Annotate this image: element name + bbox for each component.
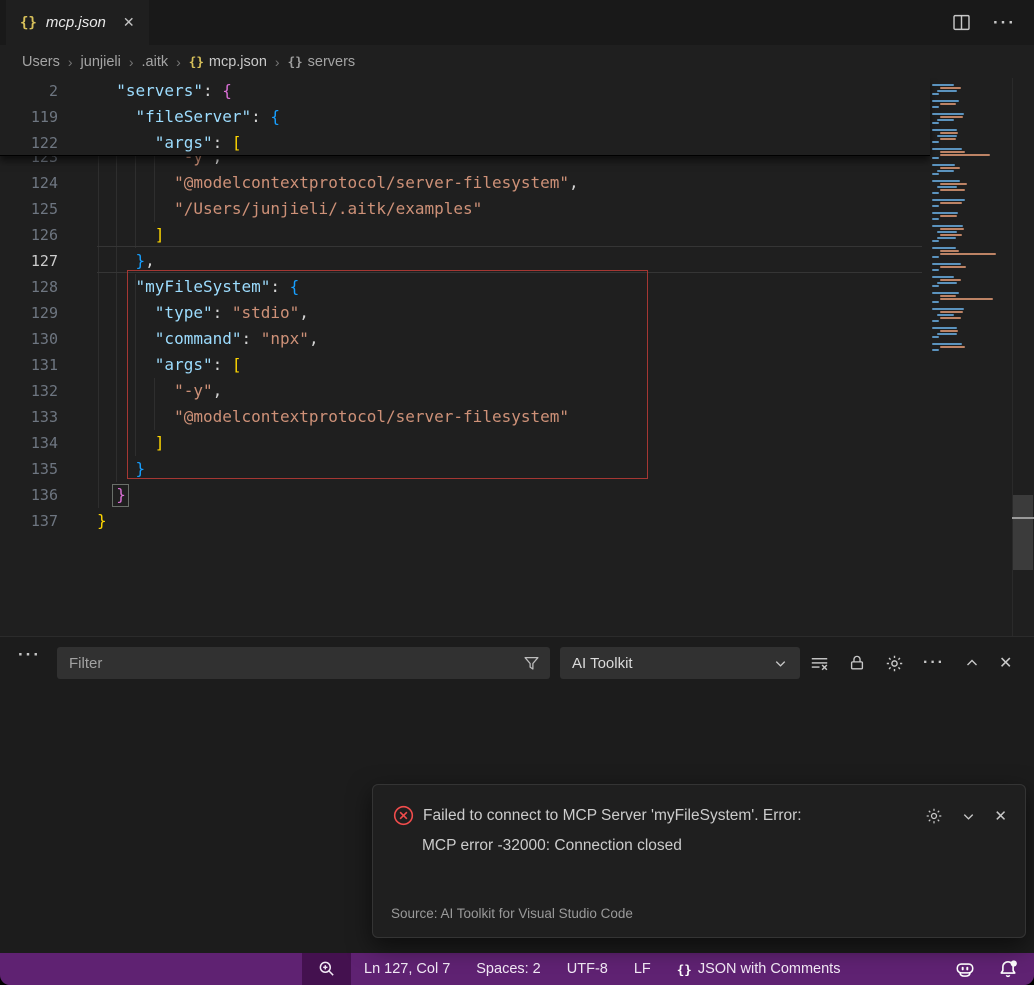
cursor-position-status[interactable]: Ln 127, Col 7 <box>351 953 463 985</box>
json-braces-icon: {} <box>189 54 204 69</box>
close-tab-icon[interactable]: ✕ <box>123 14 135 31</box>
breadcrumb-aitk[interactable]: .aitk <box>142 54 169 70</box>
breadcrumb-separator: › <box>176 54 181 70</box>
line-number: 133 <box>0 404 58 430</box>
line-number: 137 <box>0 508 58 534</box>
maximize-panel-button[interactable] <box>964 655 980 671</box>
line-number: 131 <box>0 352 58 378</box>
line-number: 124 <box>0 170 58 196</box>
breadcrumb-mcp-json[interactable]: {} mcp.json <box>189 54 267 70</box>
breadcrumb: Users › junjieli › .aitk › {} mcp.json ›… <box>0 45 1034 78</box>
breadcrumb-separator: › <box>68 54 73 70</box>
minimap[interactable] <box>928 84 1010 356</box>
line-number: 128 <box>0 274 58 300</box>
chevron-down-icon <box>773 656 788 671</box>
line-number: 122 <box>0 130 58 156</box>
code-line-127[interactable]: 127 }, <box>0 248 930 274</box>
panel-view-select[interactable]: AI Toolkit <box>560 647 800 679</box>
line-number: 125 <box>0 196 58 222</box>
status-bar: Ln 127, Col 7 Spaces: 2 UTF-8 LF {} JSON… <box>0 953 1034 985</box>
notification-message: Failed to connect to MCP Server 'myFileS… <box>423 805 802 827</box>
breadcrumb-junjieli[interactable]: junjieli <box>81 54 121 70</box>
code-line-136[interactable]: 136 } <box>0 482 930 508</box>
notification-collapse-icon[interactable] <box>961 809 976 824</box>
editor-more-actions-button[interactable]: ··· <box>993 13 1016 33</box>
close-panel-button[interactable]: ✕ <box>999 653 1012 673</box>
line-number: 127 <box>0 248 58 274</box>
code-line-133[interactable]: 133 "@modelcontextprotocol/server-filesy… <box>0 404 930 430</box>
status-bar-spacer <box>0 953 302 985</box>
code-line-2[interactable]: 2 "servers": { <box>0 78 930 104</box>
line-number: 134 <box>0 430 58 456</box>
line-number: 126 <box>0 222 58 248</box>
line-number: 132 <box>0 378 58 404</box>
notification-settings-gear-icon[interactable] <box>925 807 943 825</box>
code-line-137[interactable]: 137} <box>0 508 930 534</box>
line-number: 119 <box>0 104 58 130</box>
code-line-119[interactable]: 119 "fileServer": { <box>0 104 930 130</box>
code-line-128[interactable]: 128 "myFileSystem": { <box>0 274 930 300</box>
breadcrumb-separator: › <box>129 54 134 70</box>
filter-funnel-icon[interactable] <box>523 655 550 672</box>
eol-status[interactable]: LF <box>621 953 664 985</box>
notification-message-line2: MCP error -32000: Connection closed <box>422 837 1025 855</box>
code-line-130[interactable]: 130 "command": "npx", <box>0 326 930 352</box>
zoom-status-button[interactable] <box>302 953 351 985</box>
sticky-scroll[interactable]: 2 "servers": {119 "fileServer": {122 "ar… <box>0 78 930 156</box>
code-line-122[interactable]: 122 "args": [ <box>0 130 930 156</box>
indentation-status[interactable]: Spaces: 2 <box>463 953 554 985</box>
bracket-match-box <box>112 484 129 507</box>
line-number: 129 <box>0 300 58 326</box>
code-line-134[interactable]: 134 ] <box>0 430 930 456</box>
split-editor-button[interactable] <box>952 13 971 32</box>
notification-toast: Failed to connect to MCP Server 'myFileS… <box>372 784 1026 938</box>
code-line-129[interactable]: 129 "type": "stdio", <box>0 300 930 326</box>
error-icon <box>393 805 414 826</box>
clear-output-button[interactable] <box>810 654 829 673</box>
code-lines: 123 "-y",124 "@modelcontextprotocol/serv… <box>0 144 930 534</box>
line-number: 136 <box>0 482 58 508</box>
notification-source: Source: AI Toolkit for Visual Studio Cod… <box>391 906 633 921</box>
code-line-131[interactable]: 131 "args": [ <box>0 352 930 378</box>
code-line-125[interactable]: 125 "/Users/junjieli/.aitk/examples" <box>0 196 930 222</box>
code-line-132[interactable]: 132 "-y", <box>0 378 930 404</box>
copilot-status-icon[interactable] <box>948 953 982 985</box>
scrollbar-thumb[interactable] <box>1013 495 1033 570</box>
breadcrumb-servers[interactable]: {} servers <box>288 54 356 70</box>
language-mode-status[interactable]: {} JSON with Comments <box>664 953 854 985</box>
line-number: 135 <box>0 456 58 482</box>
json-braces-icon: {} <box>677 962 692 977</box>
encoding-status[interactable]: UTF-8 <box>554 953 621 985</box>
tab-title: mcp.json <box>46 14 106 31</box>
code-line-124[interactable]: 124 "@modelcontextprotocol/server-filesy… <box>0 170 930 196</box>
gear-icon[interactable] <box>885 654 904 673</box>
code-editor[interactable]: 123 "-y",124 "@modelcontextprotocol/serv… <box>0 78 1034 636</box>
scrollbar-cursor-marker <box>1012 517 1034 519</box>
json-braces-icon: {} <box>288 54 303 69</box>
notification-close-icon[interactable]: ✕ <box>994 807 1007 825</box>
lock-icon[interactable] <box>848 654 866 672</box>
tab-bar: {} mcp.json ✕ ··· <box>0 0 1034 45</box>
panel-overflow-button[interactable]: ··· <box>923 654 945 672</box>
line-number: 130 <box>0 326 58 352</box>
code-line-135[interactable]: 135 } <box>0 456 930 482</box>
notifications-bell-icon[interactable] <box>992 953 1024 985</box>
breadcrumb-users[interactable]: Users <box>22 54 60 70</box>
tab-mcp-json[interactable]: {} mcp.json ✕ <box>6 0 149 45</box>
json-file-icon: {} <box>20 15 37 31</box>
panel-more-actions-button[interactable]: ··· <box>18 641 41 673</box>
breadcrumb-separator: › <box>275 54 280 70</box>
code-line-126[interactable]: 126 ] <box>0 222 930 248</box>
filter-input[interactable] <box>57 655 523 672</box>
filter-box <box>57 647 550 679</box>
line-number: 2 <box>0 78 58 104</box>
vscode-window: {} mcp.json ✕ ··· Users › junjieli › .ai… <box>0 0 1034 985</box>
